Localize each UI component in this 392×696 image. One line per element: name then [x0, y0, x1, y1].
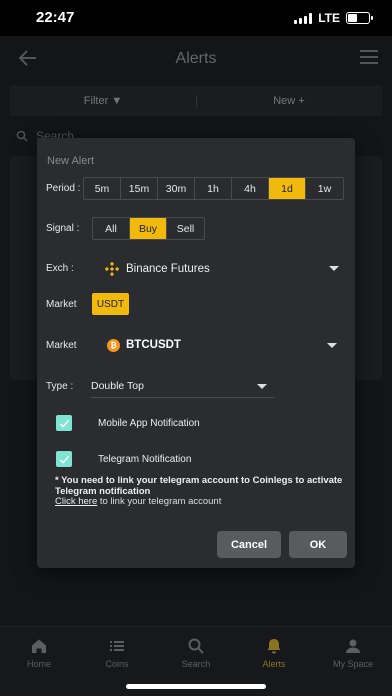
mobile-notification-checkbox[interactable]: [56, 415, 72, 431]
period-option-1h[interactable]: 1h: [195, 178, 232, 199]
status-bar: 22:47 LTE: [0, 0, 392, 36]
bitcoin-icon: ₿: [107, 338, 120, 352]
dialog-title: New Alert: [47, 155, 95, 167]
signal-option-all[interactable]: All: [93, 218, 130, 239]
market-quote-usdt[interactable]: USDT: [92, 293, 129, 315]
bell-icon: [267, 639, 281, 654]
telegram-notification-label: Telegram Notification: [98, 453, 192, 465]
filter-button[interactable]: Filter ▼: [10, 95, 196, 107]
exchange-select[interactable]: Binance Futures: [103, 259, 343, 279]
telegram-note: * You need to link your telegram account…: [55, 475, 343, 497]
checkmark-icon: [59, 419, 69, 428]
ok-button[interactable]: OK: [289, 531, 347, 558]
divider: [196, 95, 197, 107]
nav-home[interactable]: Home: [0, 637, 78, 669]
exchange-value: Binance Futures: [126, 263, 210, 275]
telegram-notification-row: Telegram Notification: [56, 451, 191, 467]
new-label: New: [273, 95, 296, 107]
back-arrow-icon[interactable]: [16, 46, 40, 70]
nav-search[interactable]: Search: [157, 637, 235, 669]
market-pair-value: BTCUSDT: [126, 339, 181, 351]
nav-coins-label: Coins: [105, 659, 129, 669]
type-value: Double Top: [91, 380, 144, 392]
period-option-30m[interactable]: 30m: [158, 178, 195, 199]
exchange-label: Exch :: [46, 263, 74, 274]
type-label: Type :: [46, 381, 74, 392]
search-icon: [188, 638, 204, 654]
telegram-notification-checkbox[interactable]: [56, 451, 72, 467]
plus-icon: +: [298, 95, 305, 107]
signal-label: Signal :: [46, 223, 80, 234]
user-icon: [346, 639, 360, 653]
checkmark-icon: [59, 455, 69, 464]
list-icon: [110, 641, 124, 651]
filter-bar: Filter ▼ New +: [10, 86, 382, 116]
app-header: Alerts: [0, 36, 392, 82]
signal-selector: All Buy Sell: [92, 217, 205, 240]
period-selector: 5m 15m 30m 1h 4h 1d 1w: [83, 177, 344, 200]
nav-home-label: Home: [26, 659, 51, 669]
funnel-icon: ▼: [111, 95, 123, 107]
search-icon: [16, 130, 28, 142]
period-option-4h[interactable]: 4h: [232, 178, 269, 199]
period-label: Period :: [46, 183, 81, 194]
mobile-notification-row: Mobile App Notification: [56, 415, 200, 431]
new-alert-button[interactable]: New +: [196, 95, 382, 107]
market-pair-label: Market: [46, 340, 77, 351]
new-alert-dialog: New Alert Period : 5m 15m 30m 1h 4h 1d 1…: [37, 138, 355, 568]
cancel-button[interactable]: Cancel: [217, 531, 281, 558]
home-indicator: [126, 684, 266, 689]
telegram-link-line: Click here to link your telegram account: [55, 496, 221, 507]
nav-my-space[interactable]: My Space: [314, 637, 392, 669]
mobile-notification-label: Mobile App Notification: [98, 417, 200, 429]
market-pair-select[interactable]: ₿ BTCUSDT: [107, 336, 347, 354]
nav-search-label: Search: [181, 659, 211, 669]
status-indicators: LTE: [294, 11, 373, 25]
period-option-15m[interactable]: 15m: [121, 178, 158, 199]
chevron-down-icon: [327, 343, 337, 348]
cellular-signal-icon: [294, 12, 313, 24]
network-type: LTE: [318, 11, 340, 25]
chevron-down-icon: [329, 266, 339, 271]
home-icon: [32, 639, 46, 653]
period-option-1d[interactable]: 1d: [269, 178, 306, 199]
period-option-5m[interactable]: 5m: [84, 178, 121, 199]
filter-label: Filter: [83, 95, 109, 107]
link-suffix: to link your telegram account: [97, 496, 222, 507]
nav-alerts-label: Alerts: [262, 659, 286, 669]
binance-logo-icon: [104, 261, 120, 277]
battery-icon: [346, 12, 373, 24]
signal-option-buy[interactable]: Buy: [130, 218, 167, 239]
nav-coins[interactable]: Coins: [78, 637, 156, 669]
signal-option-sell[interactable]: Sell: [167, 218, 204, 239]
market-quote-label: Market: [46, 299, 77, 310]
period-option-1w[interactable]: 1w: [306, 178, 343, 199]
type-select[interactable]: Double Top: [91, 376, 275, 398]
page-title: Alerts: [175, 50, 217, 67]
nav-alerts[interactable]: Alerts: [235, 637, 313, 669]
nav-my-space-label: My Space: [332, 659, 374, 669]
hamburger-menu-icon[interactable]: [360, 50, 378, 64]
click-here-link[interactable]: Click here: [55, 496, 97, 507]
chevron-down-icon: [257, 384, 267, 389]
status-time: 22:47: [36, 9, 75, 26]
